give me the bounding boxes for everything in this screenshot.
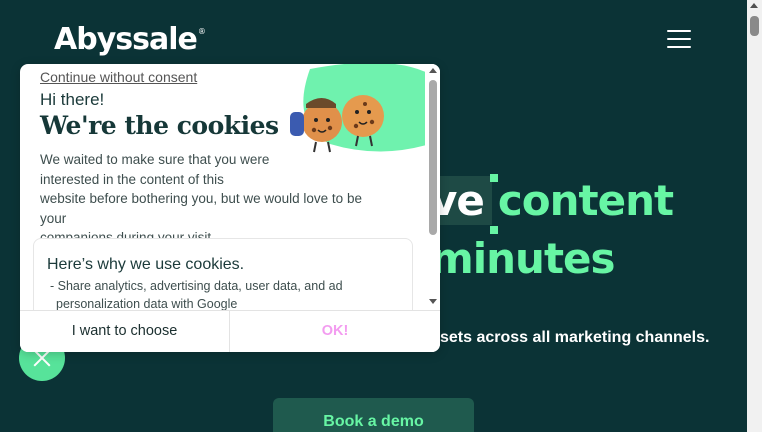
cookie-consent-modal: Continue without consent Hi there! We're… [20, 64, 440, 352]
cookie-characters-illustration [290, 64, 425, 153]
scroll-up-arrow-icon[interactable] [750, 3, 758, 8]
hamburger-menu-icon[interactable] [667, 30, 691, 50]
logo[interactable]: Abyssale® [54, 22, 206, 57]
cookie-greeting: Hi there! [40, 90, 105, 109]
hero-subtitle: sets across all marketing channels. [440, 329, 710, 346]
cookie-intro-line: interested in the content of this [40, 171, 224, 187]
menu-bar-middle [667, 38, 691, 40]
cookie-modal-scrollbar-thumb[interactable] [429, 80, 437, 235]
cookie-reason-line: - Share analytics, advertising data, use… [50, 279, 343, 293]
cookie-modal-content: Continue without consent Hi there! We're… [20, 64, 425, 310]
cookie-intro-line: We waited to make sure that you were [40, 152, 270, 167]
accept-cookies-button[interactable]: OK! [230, 311, 440, 352]
cookie-modal-scrollbar[interactable] [426, 64, 440, 310]
hero-headline-line2: minutes [430, 234, 616, 283]
continue-without-consent-link[interactable]: Continue without consent [40, 69, 197, 85]
page-scrollbar[interactable] [747, 0, 762, 432]
cookie-intro-line: website before bothering you, but we wou… [40, 191, 362, 226]
menu-bar-bottom [667, 46, 691, 48]
cookie-reasons-card: Here’s why we use cookies. - Share analy… [33, 238, 413, 310]
hero-headline-line1: ve content [430, 176, 674, 225]
selection-handle-bottom [490, 226, 498, 234]
menu-bar-top [667, 30, 691, 32]
selection-handle-top [490, 174, 498, 182]
logo-text: Abyssale [54, 22, 198, 57]
book-demo-button[interactable]: Book a demo [273, 398, 474, 432]
page-scrollbar-thumb[interactable] [750, 16, 759, 36]
cookie-reasons-title: Here’s why we use cookies. [47, 256, 245, 273]
scroll-up-arrow-icon[interactable] [429, 68, 437, 73]
scroll-down-arrow-icon[interactable] [429, 299, 437, 304]
registered-mark: ® [197, 27, 206, 36]
cookie-modal-footer: I want to choose OK! [20, 310, 440, 352]
cookie-modal-title: We're the cookies [40, 111, 279, 140]
cookie-reason-line: personalization data with Google [56, 297, 238, 310]
hero-green-word: content [497, 176, 674, 225]
cookie-reason-item: - Share analytics, advertising data, use… [50, 277, 350, 310]
cookie-intro-text: We waited to make sure that you were int… [40, 150, 385, 248]
choose-cookies-button[interactable]: I want to choose [20, 311, 230, 352]
